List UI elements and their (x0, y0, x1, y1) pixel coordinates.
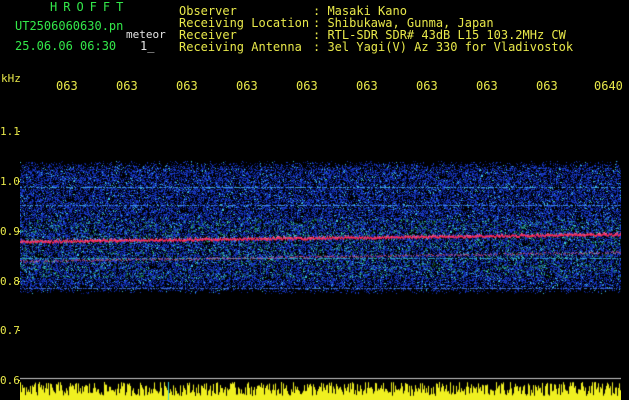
info-label: Receiving Antenna (179, 40, 302, 54)
header-brand: HROFFT (50, 0, 130, 14)
filename-label: UT2506060630.pn (15, 19, 124, 33)
x-tick-label: 0640 (594, 79, 623, 93)
y-tick-label: 0.8 (0, 275, 20, 288)
y-tick-label: 0.7 (0, 324, 20, 337)
image-index-label: 1_ (140, 39, 155, 53)
y-tick-label: 1.1 (0, 125, 20, 138)
x-tick-label: 063 (176, 79, 198, 93)
spectrogram-canvas (20, 98, 621, 400)
x-tick-label: 063 (116, 79, 138, 93)
y-tick-label: 0.9 (0, 225, 20, 238)
spectrogram-plot (20, 98, 621, 400)
info-value: : 3el Yagi(V) Az 330 for Vladivostok (313, 40, 574, 54)
x-tick-label: 063 (56, 79, 78, 93)
timestamp-label: 25.06.06 06:30 (15, 39, 117, 53)
x-tick-label: 063 (476, 79, 498, 93)
x-tick-label: 063 (296, 79, 318, 93)
x-tick-label: 063 (356, 79, 378, 93)
x-tick-label: 063 (236, 79, 258, 93)
x-tick-label: 063 (536, 79, 558, 93)
y-axis-unit: kHz (1, 72, 21, 85)
y-tick-label: 0.6 (0, 374, 20, 387)
y-tick-label: 1.0 (0, 175, 20, 188)
x-tick-label: 063 (416, 79, 438, 93)
